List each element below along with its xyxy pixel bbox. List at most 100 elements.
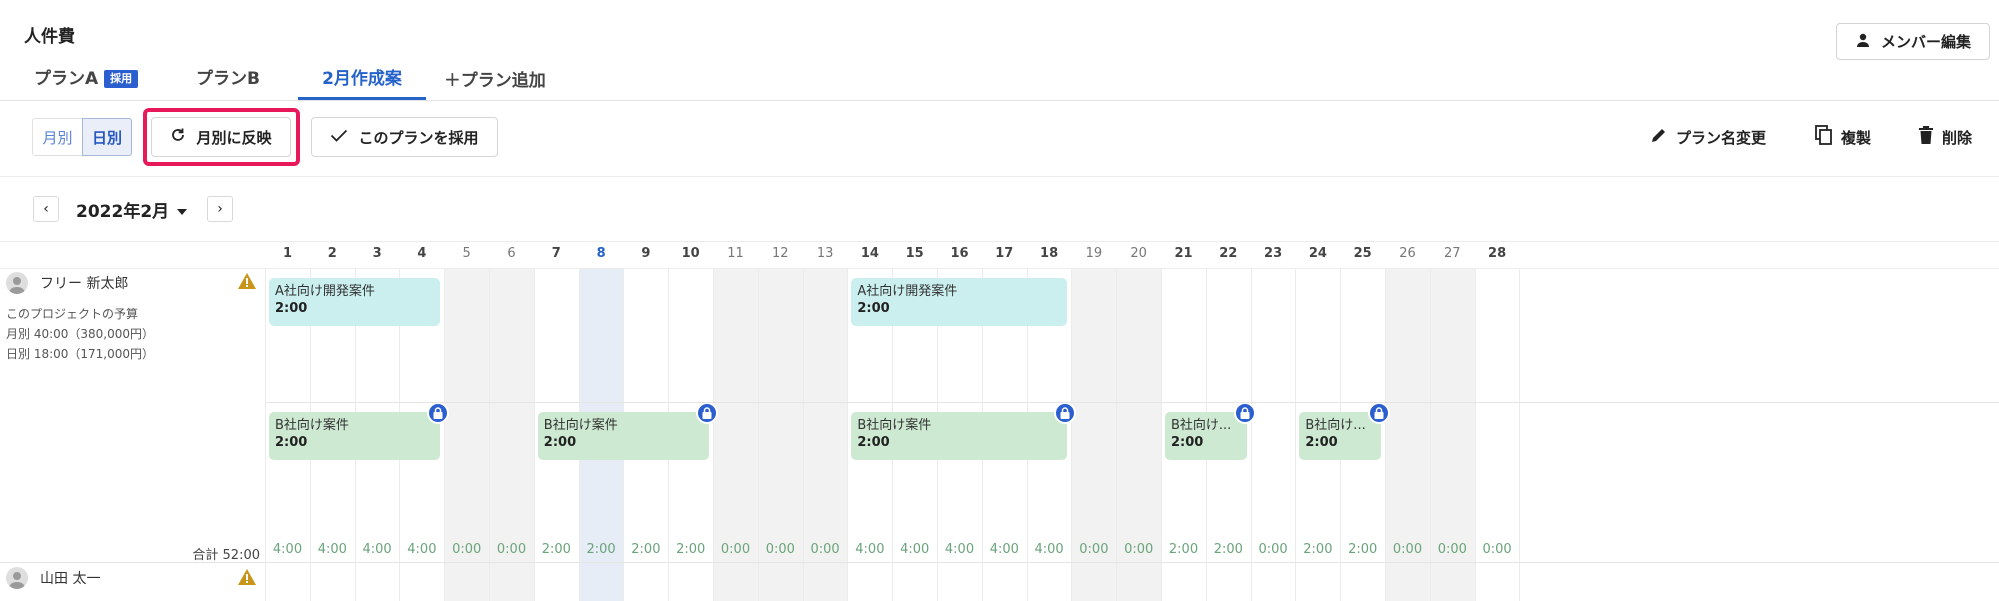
day-number: 13	[816, 246, 834, 261]
view-monthly-toggle[interactable]: 月別	[32, 118, 82, 156]
day-number: 17	[995, 246, 1014, 261]
member-divider	[0, 562, 1999, 563]
chevron-left-icon: ‹	[43, 201, 49, 217]
task-name: B社向け...	[1171, 418, 1232, 433]
daily-total: 0:00	[1079, 542, 1109, 557]
plan-tabs: プランA 採用 プランB 2月作成案 +プラン追加	[0, 62, 1999, 101]
day-number: 2	[327, 246, 337, 261]
day-number: 25	[1353, 246, 1372, 261]
day-number: 24	[1308, 246, 1327, 261]
task-hours: 2:00	[275, 435, 308, 450]
budget-title: このプロジェクトの予算	[6, 307, 139, 321]
adopted-badge: 採用	[104, 70, 139, 88]
adopt-label: このプランを採用	[358, 128, 479, 147]
daily-total: 4:00	[855, 542, 885, 557]
tab-add-plan[interactable]: +プラン追加	[444, 62, 546, 100]
view-daily-toggle[interactable]: 日別	[82, 118, 132, 156]
daily-total: 0:00	[1392, 542, 1423, 557]
daily-total: 2:00	[631, 542, 661, 557]
month-label: 2022年2月	[76, 202, 170, 222]
warning-icon	[238, 569, 256, 585]
day-number: 20	[1130, 246, 1147, 261]
task-bar[interactable]: B社向け案件 2:00	[537, 412, 709, 460]
adopt-plan-button[interactable]: このプランを採用	[311, 117, 498, 157]
trash-icon	[1918, 126, 1934, 148]
member-row-header: 山田 太一	[6, 567, 100, 589]
day-number: 9	[641, 246, 651, 261]
delete-plan-button[interactable]: 削除	[1918, 124, 1972, 150]
day-number: 8	[596, 246, 606, 261]
task-bar[interactable]: A社向け開発案件 2:00	[851, 278, 1068, 326]
budget-monthly: 月別 40:00（380,000円）	[6, 327, 155, 341]
lock-icon	[1233, 402, 1256, 424]
task-hours: 2:00	[275, 301, 308, 316]
task-name: B社向け...	[1305, 418, 1366, 433]
day-number: 11	[727, 246, 744, 261]
task-name: B社向け案件	[275, 418, 349, 433]
grid-header-border	[0, 268, 1999, 269]
copy-label: 複製	[1841, 128, 1872, 147]
daily-total: 4:00	[944, 542, 975, 557]
daily-total: 2:00	[541, 542, 571, 557]
task-hours: 2:00	[857, 435, 890, 450]
daily-total: 0:00	[720, 542, 751, 557]
tab-label: 2月作成案	[322, 69, 402, 89]
day-number: 7	[551, 246, 561, 261]
task-bar[interactable]: B社向け案件 2:00	[851, 412, 1068, 460]
caret-down-icon	[177, 200, 188, 220]
daily-total: 4:00	[272, 542, 303, 557]
daily-total: 0:00	[496, 542, 527, 557]
month-selector[interactable]: 2022年2月	[76, 197, 188, 222]
day-number: 14	[860, 246, 879, 261]
tab-feb-draft[interactable]: 2月作成案	[298, 62, 426, 100]
member-edit-label: メンバー編集	[1880, 33, 1971, 51]
tab-label: プラン追加	[460, 71, 546, 91]
budget-daily: 日別 18:00（171,000円）	[6, 347, 155, 361]
daily-total: 2:00	[676, 542, 706, 557]
daily-total: 4:00	[317, 542, 347, 557]
rename-plan-button[interactable]: プラン名変更	[1650, 124, 1766, 150]
check-icon	[330, 128, 348, 146]
member-edit-button[interactable]: メンバー編集	[1836, 23, 1990, 60]
day-number: 18	[1040, 246, 1059, 261]
tab-plan-a[interactable]: プランA 採用	[34, 62, 139, 100]
task-bar[interactable]: B社向け案件 2:00	[269, 412, 441, 460]
highlight-frame	[143, 108, 300, 166]
task-bar[interactable]: B社向け... 2:00	[1299, 412, 1381, 460]
daily-total: 2:00	[1168, 542, 1199, 557]
member-name: フリー 新太郎	[40, 276, 129, 292]
copy-plan-button[interactable]: 複製	[1815, 124, 1871, 150]
task-hours: 2:00	[857, 301, 890, 316]
chevron-right-icon: ›	[217, 201, 223, 217]
day-number: 19	[1085, 246, 1103, 261]
copy-icon	[1815, 125, 1833, 149]
warning-icon	[238, 273, 256, 289]
avatar	[6, 567, 28, 589]
daily-total: 4:00	[989, 542, 1019, 557]
member-row-header: フリー 新太郎	[6, 272, 128, 294]
daily-total: 4:00	[407, 542, 437, 557]
lock-icon	[1368, 402, 1390, 424]
daily-total: 0:00	[810, 542, 840, 557]
task-hours: 2:00	[1171, 435, 1204, 450]
daily-total: 0:00	[1482, 542, 1512, 557]
day-number: 10	[681, 246, 700, 261]
day-number: 22	[1219, 246, 1238, 261]
daily-total: 2:00	[1213, 542, 1243, 557]
day-number: 12	[772, 246, 789, 261]
task-bar[interactable]: A社向け開発案件 2:00	[269, 278, 441, 326]
tab-plan-b[interactable]: プランB	[196, 62, 260, 100]
daily-total: 4:00	[362, 542, 392, 557]
daily-total: 2:00	[586, 542, 616, 557]
tab-label: プランB	[196, 69, 260, 89]
day-number: 16	[950, 246, 969, 261]
page-title: 人件費	[24, 27, 75, 47]
daily-total: 4:00	[900, 542, 930, 557]
pencil-icon	[1650, 126, 1668, 148]
delete-label: 削除	[1942, 128, 1973, 147]
plus-icon: +	[444, 67, 461, 91]
prev-month-button[interactable]: ‹	[33, 196, 59, 222]
task-bar[interactable]: B社向け... 2:00	[1165, 412, 1247, 460]
next-month-button[interactable]: ›	[207, 196, 233, 222]
tab-label: プランA	[34, 69, 99, 89]
